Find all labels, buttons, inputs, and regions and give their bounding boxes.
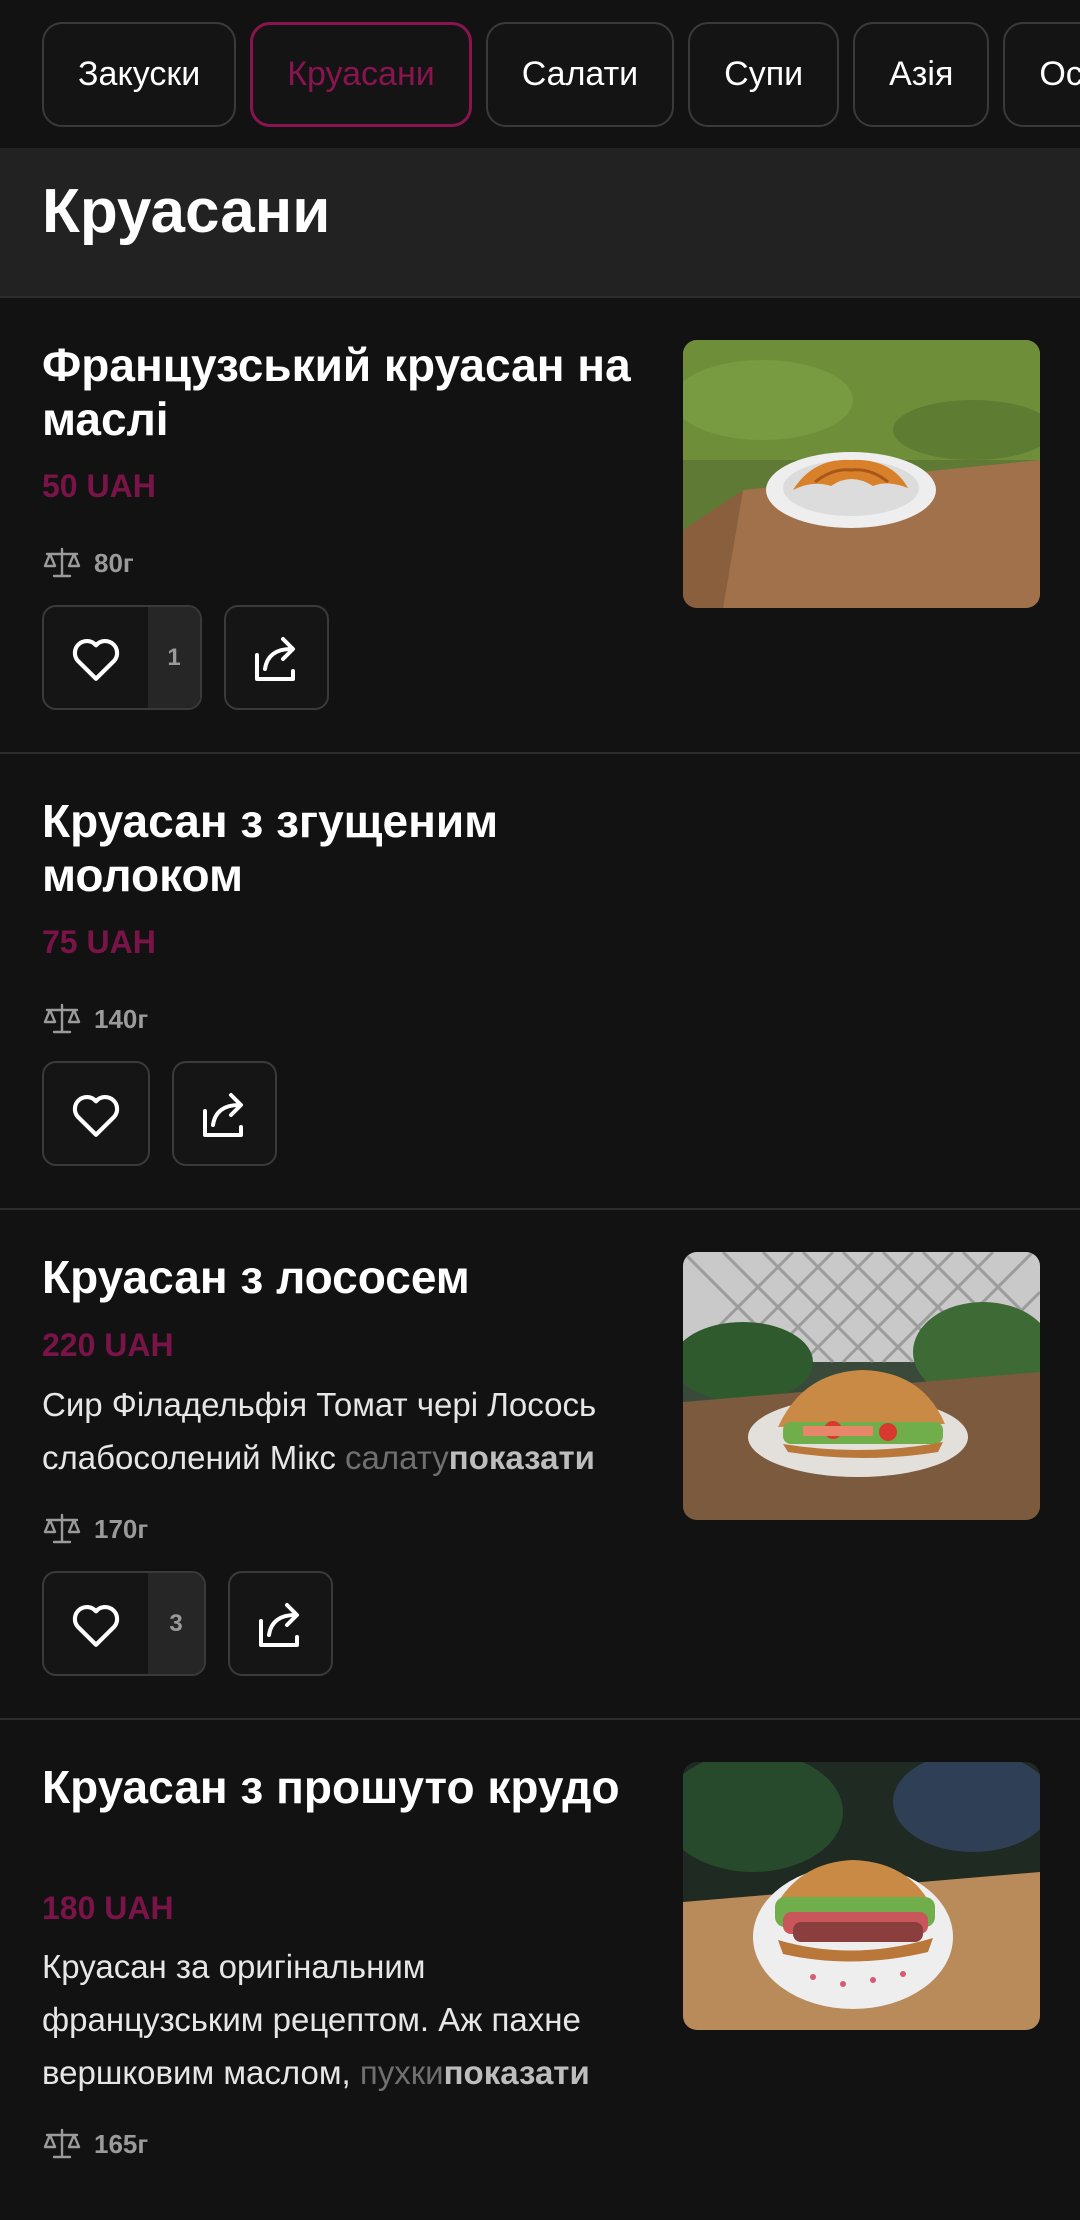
heart-outline-icon [72,1604,120,1647]
weight-value: 80г [94,547,134,578]
menu-item[interactable]: Круасан з згущеним молоком 75 UAH 140г [0,754,1080,1210]
scales-icon [43,2128,81,2159]
item-weight: 140г [42,999,148,1039]
show-more-link[interactable]: показати [444,2054,590,2091]
share-arrow-icon [254,636,295,681]
share-arrow-icon [202,1092,243,1137]
item-price: 50 UAH [42,468,156,504]
like-group: 3 [42,1571,206,1676]
weight-value: 165г [94,2128,149,2159]
description-faded-text: пухки [359,2054,444,2091]
like-button[interactable] [44,607,148,708]
item-price: 180 UAH [42,1890,174,1926]
weight-value: 170г [94,1513,149,1544]
scales-icon [43,1003,81,1034]
tab-supy[interactable]: Супи [688,22,840,127]
item-weight: 165г [42,2124,148,2164]
item-title: Французський круасан на маслі [42,339,631,445]
item-price: 75 UAH [42,924,156,960]
item-title: Круасан з прошуто крудо [42,1761,620,1813]
croissant-plate-photo[interactable] [683,340,1040,608]
like-group [42,1061,150,1166]
menu-item[interactable]: Круасан з лососем 220 UAH Сир Філадельфі… [0,1210,1080,1720]
tab-salaty[interactable]: Салати [485,22,675,127]
category-tabs: Закуски Круасани Салати Супи Азія Осно [0,0,1080,148]
item-price: 220 UAH [42,1327,174,1363]
description-faded-text: салату [345,1439,449,1476]
heart-outline-icon [72,638,120,681]
item-description: Сир Філадельфія Томат чері Лосось слабос… [42,1378,647,1484]
tab-kruasany[interactable]: Круасани [250,22,472,127]
like-count: 3 [148,1573,204,1674]
item-weight: 170г [42,1509,148,1549]
like-group: 1 [42,605,202,710]
item-description: Круасан за оригінальним французським рец… [42,1940,647,2099]
section-header: Круасани [0,148,1080,298]
scales-icon [43,547,81,578]
heart-outline-icon [72,1094,120,1137]
share-button[interactable] [172,1061,277,1166]
show-more-link[interactable]: показати [449,1439,595,1476]
like-button[interactable] [44,1573,148,1674]
prosciutto-croissant-photo[interactable] [683,1762,1040,2030]
weight-value: 140г [94,1003,149,1034]
share-button[interactable] [228,1571,333,1676]
item-title: Круасан з лососем [42,1251,470,1303]
item-weight: 80г [42,543,134,583]
tab-aziia[interactable]: Азія [853,22,990,127]
scales-icon [43,1513,81,1544]
menu-item[interactable]: Круасан з прошуто крудо 180 UAH Круасан … [0,1720,1080,2220]
salmon-croissant-photo[interactable] [683,1252,1040,1520]
item-title: Круасан з згущеним молоком [42,795,499,901]
tab-zakusky[interactable]: Закуски [42,22,237,127]
share-arrow-icon [258,1602,299,1647]
menu-item[interactable]: Французський круасан на маслі 50 UAH 80г… [0,298,1080,754]
like-count: 1 [148,607,200,708]
section-title: Круасани [42,177,331,246]
tab-osnovni[interactable]: Осно [1003,22,1080,127]
share-button[interactable] [224,605,329,710]
like-button[interactable] [44,1063,148,1164]
